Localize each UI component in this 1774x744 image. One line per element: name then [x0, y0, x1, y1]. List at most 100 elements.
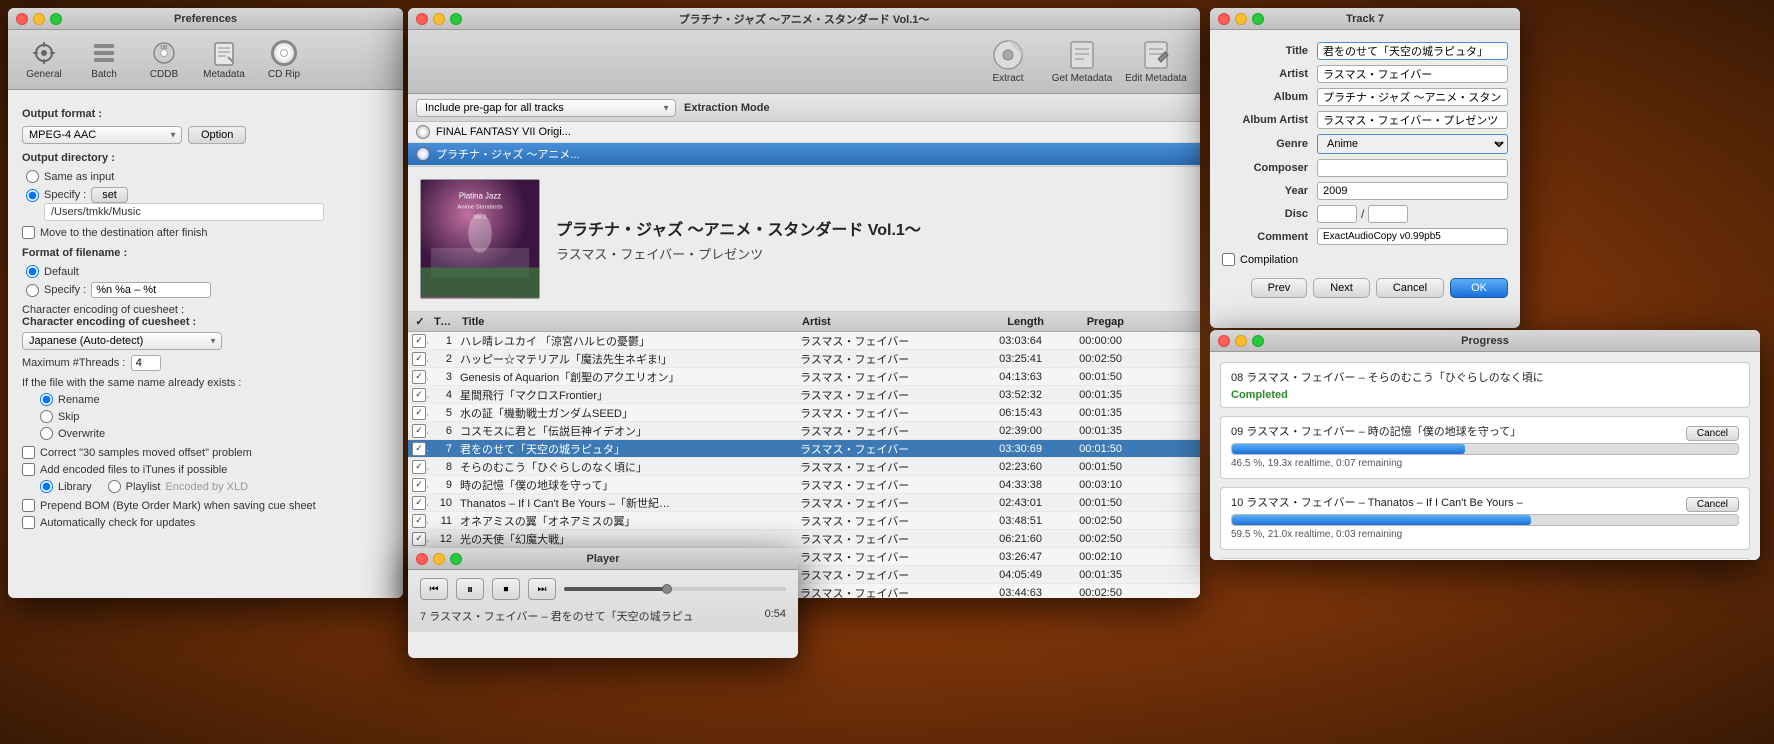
minimize-button-progress[interactable]	[1235, 335, 1247, 347]
same-as-input-radio[interactable]	[26, 170, 39, 183]
close-button-progress[interactable]	[1218, 335, 1230, 347]
specify-radio[interactable]	[26, 189, 39, 202]
track-checkbox-5[interactable]	[412, 424, 426, 438]
track-row[interactable]: 8 そらのむこう「ひぐらしのなく頃に」 ラスマス・フェイバー 02:23:60 …	[408, 458, 1200, 476]
track-row[interactable]: 5 水の証「機動戦士ガンダムSEED」 ラスマス・フェイバー 06:15:43 …	[408, 404, 1200, 422]
mode-select-wrapper[interactable]: Include pre-gap for all tracks	[416, 99, 676, 117]
encoding-select-wrapper[interactable]: Japanese (Auto-detect)	[22, 332, 222, 350]
maximize-button-progress[interactable]	[1252, 335, 1264, 347]
track-row[interactable]: 4 星間飛行「マクロスFrontier」 ラスマス・フェイバー 03:52:32…	[408, 386, 1200, 404]
genre-select-wrapper[interactable]: Anime	[1317, 134, 1508, 154]
track-checkbox-3[interactable]	[412, 388, 426, 402]
toolbar-metadata-btn[interactable]: Metadata	[196, 34, 252, 86]
encoding-select[interactable]: Japanese (Auto-detect)	[22, 332, 222, 350]
track-row[interactable]: 2 ハッピー☆マテリアル「魔法先生ネギま!」 ラスマス・フェイバー 03:25:…	[408, 350, 1200, 368]
album-field-input[interactable]	[1317, 88, 1508, 106]
maximize-button-prefs[interactable]	[50, 13, 62, 25]
track-row[interactable]: 3 Genesis of Aquarion「創聖のアクエリオン」 ラスマス・フェ…	[408, 368, 1200, 386]
track-row[interactable]: 6 コスモスに君と「伝説巨神イデオン」 ラスマス・フェイバー 02:39:00 …	[408, 422, 1200, 440]
player-progress-slider[interactable]	[564, 587, 786, 591]
edit-metadata-btn[interactable]: Edit Metadata	[1122, 34, 1190, 90]
title-field-input[interactable]	[1317, 42, 1508, 60]
track-checkbox-4[interactable]	[412, 406, 426, 420]
maximize-button-player[interactable]	[450, 553, 462, 565]
composer-field-input[interactable]	[1317, 159, 1508, 177]
prev-button[interactable]: Prev	[1251, 278, 1308, 298]
minimize-button-track7[interactable]	[1235, 13, 1247, 25]
traffic-lights-main[interactable]	[416, 13, 462, 25]
maximize-button-track7[interactable]	[1252, 13, 1264, 25]
rename-radio[interactable]	[40, 393, 53, 406]
traffic-lights-track7[interactable]	[1218, 13, 1264, 25]
correct-30-checkbox[interactable]	[22, 446, 35, 459]
track-checkbox-11[interactable]	[412, 532, 426, 546]
output-format-select-wrapper[interactable]: MPEG-4 AAC	[22, 126, 182, 144]
next-track-button[interactable]: ⏭	[528, 578, 556, 600]
close-button-main[interactable]	[416, 13, 428, 25]
traffic-lights-player[interactable]	[416, 553, 462, 565]
track-checkbox-0[interactable]	[412, 334, 426, 348]
album-artist-field-input[interactable]	[1317, 111, 1508, 129]
close-button-prefs[interactable]	[16, 13, 28, 25]
track-checkbox-2[interactable]	[412, 370, 426, 384]
next-button[interactable]: Next	[1313, 278, 1370, 298]
comment-field-input[interactable]	[1317, 228, 1508, 245]
skip-radio[interactable]	[40, 410, 53, 423]
track-checkbox-6[interactable]	[412, 442, 426, 456]
progress-cancel-btn-10[interactable]: Cancel	[1686, 497, 1739, 512]
specify-format-radio[interactable]	[26, 284, 39, 297]
close-button-track7[interactable]	[1218, 13, 1230, 25]
track-row[interactable]: 10 Thanatos – If I Can't Be Yours –「新世紀……	[408, 494, 1200, 512]
format-input[interactable]	[91, 282, 211, 298]
toolbar-cdrip-btn[interactable]: CD Rip	[256, 34, 312, 86]
year-field-input[interactable]	[1317, 182, 1508, 200]
track-row[interactable]: 1 ハレ晴レユカイ 「涼宮ハルヒの憂鬱」 ラスマス・フェイバー 03:03:64…	[408, 332, 1200, 350]
toolbar-cddb-btn[interactable]: DB CDDB	[136, 34, 192, 86]
close-button-player[interactable]	[416, 553, 428, 565]
album-list-item-0[interactable]: FINAL FANTASY VII Origi...	[408, 122, 1200, 143]
prev-track-button[interactable]: ⏮	[420, 578, 448, 600]
track-checkbox-9[interactable]	[412, 496, 426, 510]
option-button[interactable]: Option	[188, 126, 246, 144]
bom-checkbox[interactable]	[22, 499, 35, 512]
disc-total-input[interactable]	[1368, 205, 1408, 223]
library-radio[interactable]	[40, 480, 53, 493]
track-row[interactable]: 11 オネアミスの翼「オネアミスの翼」 ラスマス・フェイバー 03:48:51 …	[408, 512, 1200, 530]
ok-button[interactable]: OK	[1450, 278, 1508, 298]
extract-btn[interactable]: Extract	[974, 34, 1042, 90]
minimize-button-player[interactable]	[433, 553, 445, 565]
get-metadata-btn[interactable]: Get Metadata	[1048, 34, 1116, 90]
traffic-lights-prefs[interactable]	[16, 13, 62, 25]
traffic-lights-progress[interactable]	[1218, 335, 1264, 347]
track-row[interactable]: 7 君をのせて「天空の城ラピュタ」 ラスマス・フェイバー 03:30:69 00…	[408, 440, 1200, 458]
progress-cancel-btn-09[interactable]: Cancel	[1686, 426, 1739, 441]
play-pause-button[interactable]: ⏸	[456, 578, 484, 600]
output-format-select[interactable]: MPEG-4 AAC	[22, 126, 182, 144]
cancel-button[interactable]: Cancel	[1376, 278, 1444, 298]
overwrite-radio[interactable]	[40, 427, 53, 440]
set-button[interactable]: set	[91, 187, 128, 203]
track-row[interactable]: 9 時の記憶「僕の地球を守って」 ラスマス・フェイバー 04:33:38 00:…	[408, 476, 1200, 494]
add-itunes-checkbox[interactable]	[22, 463, 35, 476]
track-row[interactable]: 12 光の天使「幻魔大戦」 ラスマス・フェイバー 06:21:60 00:02:…	[408, 530, 1200, 548]
stop-button[interactable]: ⏹	[492, 578, 520, 600]
album-list-item-1[interactable]: プラチナ・ジャズ 〜アニメ...	[408, 143, 1200, 166]
minimize-button-prefs[interactable]	[33, 13, 45, 25]
track-checkbox-7[interactable]	[412, 460, 426, 474]
toolbar-general-btn[interactable]: General	[16, 34, 72, 86]
toolbar-batch-btn[interactable]: Batch	[76, 34, 132, 86]
genre-select[interactable]: Anime	[1317, 134, 1508, 154]
max-threads-input[interactable]	[131, 355, 161, 371]
move-checkbox[interactable]	[22, 226, 35, 239]
track-checkbox-1[interactable]	[412, 352, 426, 366]
auto-check-checkbox[interactable]	[22, 516, 35, 529]
track-checkbox-8[interactable]	[412, 478, 426, 492]
playlist-radio[interactable]	[108, 480, 121, 493]
compilation-checkbox[interactable]	[1222, 253, 1235, 266]
artist-field-input[interactable]	[1317, 65, 1508, 83]
default-radio[interactable]	[26, 265, 39, 278]
maximize-button-main[interactable]	[450, 13, 462, 25]
disc-value-input[interactable]	[1317, 205, 1357, 223]
mode-select[interactable]: Include pre-gap for all tracks	[416, 99, 676, 117]
minimize-button-main[interactable]	[433, 13, 445, 25]
